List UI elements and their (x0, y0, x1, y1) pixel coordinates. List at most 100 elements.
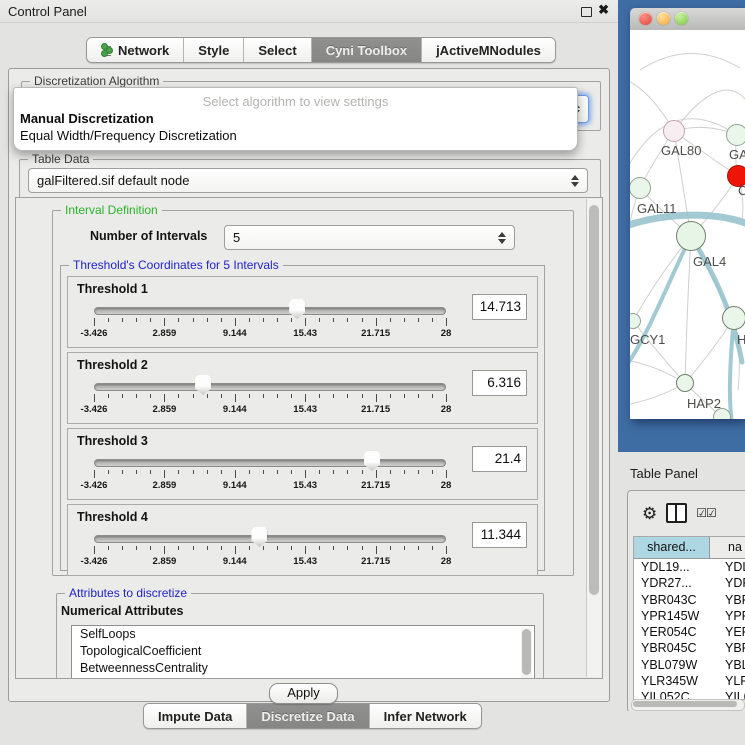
table-row[interactable]: YDR27...YDR2 (634, 575, 745, 591)
table-data-group: Table Data galFiltered.sif default node (19, 159, 601, 199)
close-traffic-light-icon[interactable] (639, 12, 652, 25)
table-row[interactable]: YDL19...YDL1 (634, 559, 745, 575)
slider-thumb[interactable] (251, 527, 267, 547)
tab-style[interactable]: Style (184, 38, 244, 62)
attribute-item-betweennesscentrality[interactable]: BetweennessCentrality (72, 660, 534, 677)
cell-shared-name: YBR043C (634, 592, 716, 608)
slider-thumb[interactable] (195, 375, 211, 395)
tick-label: 2.859 (153, 556, 177, 567)
zoom-traffic-light-icon[interactable] (675, 12, 688, 25)
tab-infer-network[interactable]: Infer Network (370, 704, 481, 728)
control-panel-titlebar: Control Panel ✖ (0, 0, 618, 23)
dropdown-option-equal-width-frequency[interactable]: Equal Width/Frequency Discretization (20, 128, 237, 143)
table-row[interactable]: YER054CYER0 (634, 624, 745, 640)
table-row[interactable]: YBR045CYBR0 (634, 640, 745, 656)
list-scrollbar[interactable] (521, 628, 532, 679)
node-label-ga: GA (729, 147, 745, 162)
threshold-slider[interactable]: -3.4262.8599.14415.4321.71528 (94, 451, 446, 495)
node-label-gcy1: GCY1 (630, 332, 665, 347)
numerical-attributes-list[interactable]: SelfLoopsTopologicalCoefficientBetweenne… (71, 625, 535, 679)
threshold-value-field[interactable]: 6.316 (472, 370, 527, 396)
tab-network[interactable]: Network (87, 38, 184, 62)
tab-label: Infer Network (384, 709, 467, 724)
interval-definition-label: Interval Definition (61, 203, 162, 217)
dropdown-placeholder-item[interactable]: Select algorithm to view settings (14, 94, 577, 109)
network-node[interactable] (630, 177, 651, 199)
attribute-item-selfloops[interactable]: SelfLoops (72, 626, 534, 643)
slider-thumb[interactable] (364, 451, 380, 471)
threshold-panel-3: Threshold 3-3.4262.8599.14415.4321.71528… (67, 428, 538, 500)
network-window-titlebar[interactable] (630, 8, 745, 31)
slider-thumb[interactable] (289, 299, 305, 319)
threshold-label: Threshold 1 (77, 282, 148, 296)
tick-label: 28 (441, 328, 452, 339)
network-node[interactable] (676, 221, 706, 251)
table-row[interactable]: YBL079WYBL0 (634, 657, 745, 673)
tick-label: -3.426 (81, 480, 108, 491)
tick-label: -3.426 (81, 328, 108, 339)
close-icon[interactable]: ✖ (598, 2, 609, 18)
slider-track[interactable] (94, 459, 446, 467)
apply-button[interactable]: Apply (269, 683, 338, 704)
node-label-gal80: GAL80 (661, 143, 701, 158)
network-node[interactable] (663, 120, 685, 142)
table-row[interactable]: YBR043CYBR0 (634, 592, 745, 608)
gear-icon[interactable]: ⚙ (642, 505, 657, 522)
threshold-label: Threshold 2 (77, 358, 148, 372)
threshold-value-field[interactable]: 11.344 (472, 522, 527, 548)
column-header-shared-name[interactable]: shared... (634, 537, 710, 558)
cell-shared-name: YDR27... (634, 575, 716, 591)
slider-track[interactable] (94, 307, 446, 315)
float-window-icon[interactable] (581, 7, 592, 17)
tab-jactivemnodules[interactable]: jActiveMNodules (422, 38, 555, 62)
threshold-value-field[interactable]: 14.713 (472, 294, 527, 320)
tick-label: 21.715 (361, 404, 390, 415)
split-columns-icon[interactable] (666, 503, 687, 523)
threshold-slider[interactable]: -3.4262.8599.14415.4321.71528 (94, 527, 446, 571)
table-horizontal-scrollbar[interactable] (631, 699, 745, 711)
table-panel-title: Table Panel (630, 466, 698, 481)
cell-shared-name: YPR145W (634, 608, 716, 624)
node-table[interactable]: shared... na YDL19...YDL1YDR27...YDR2YBR… (633, 536, 745, 700)
tab-impute-data[interactable]: Impute Data (144, 704, 247, 728)
tick-label: 2.859 (153, 480, 177, 491)
top-tab-bar: NetworkStyleSelectCyni ToolboxjActiveMNo… (86, 37, 556, 63)
tick-label: 2.859 (153, 328, 177, 339)
number-of-intervals-value: 5 (225, 230, 494, 245)
network-canvas[interactable]: GAL80GACGAL11GAL4GCY1HHAP2 (630, 30, 745, 419)
cell-shared-name: YBR045C (634, 640, 716, 656)
table-data-combobox-value: galFiltered.sif default node (29, 173, 567, 188)
threshold-slider[interactable]: -3.4262.8599.14415.4321.71528 (94, 299, 446, 343)
cell-name: YBR0 (716, 592, 745, 608)
table-row[interactable]: YLR345WYLR3 (634, 673, 745, 689)
network-view-window: GAL80GACGAL11GAL4GCY1HHAP2 (630, 8, 745, 419)
table-row[interactable]: YPR145WYPR1 (634, 608, 745, 624)
select-columns-icon[interactable]: ☑☑ (696, 506, 716, 520)
table-panel-footer-area (618, 711, 745, 745)
column-header-name[interactable]: na (710, 537, 745, 558)
threshold-value-field[interactable]: 21.4 (472, 446, 527, 472)
tab-cyni-toolbox[interactable]: Cyni Toolbox (312, 38, 422, 62)
network-node[interactable] (676, 374, 694, 392)
algorithm-dropdown-popup: Select algorithm to view settings Manual… (13, 87, 578, 151)
node-label-h: H (737, 332, 745, 347)
number-of-intervals-combobox[interactable]: 5 (224, 225, 515, 250)
slider-track[interactable] (94, 383, 446, 391)
minimize-traffic-light-icon[interactable] (657, 12, 670, 25)
network-node[interactable] (722, 306, 745, 330)
panel-title: Control Panel (8, 4, 87, 19)
tab-select[interactable]: Select (244, 38, 311, 62)
panel-scrollbar[interactable] (586, 199, 601, 677)
threshold-slider[interactable]: -3.4262.8599.14415.4321.71528 (94, 375, 446, 419)
table-data-combobox[interactable]: galFiltered.sif default node (28, 168, 588, 193)
dropdown-option-manual-discretization[interactable]: Manual Discretization (20, 111, 154, 126)
table-panel-window: ⚙ ☑☑ shared... na YDL19...YDL1YDR27...YD… (627, 490, 745, 713)
tick-label: 28 (441, 404, 452, 415)
tab-discretize-data[interactable]: Discretize Data (247, 704, 369, 728)
tick-label: 15.43 (293, 480, 317, 491)
slider-track[interactable] (94, 535, 446, 543)
table-panel-header: Table Panel (618, 452, 745, 490)
attribute-item-topologicalcoefficient[interactable]: TopologicalCoefficient (72, 643, 534, 660)
cell-name: YPR1 (716, 608, 745, 624)
network-node[interactable] (726, 124, 745, 146)
